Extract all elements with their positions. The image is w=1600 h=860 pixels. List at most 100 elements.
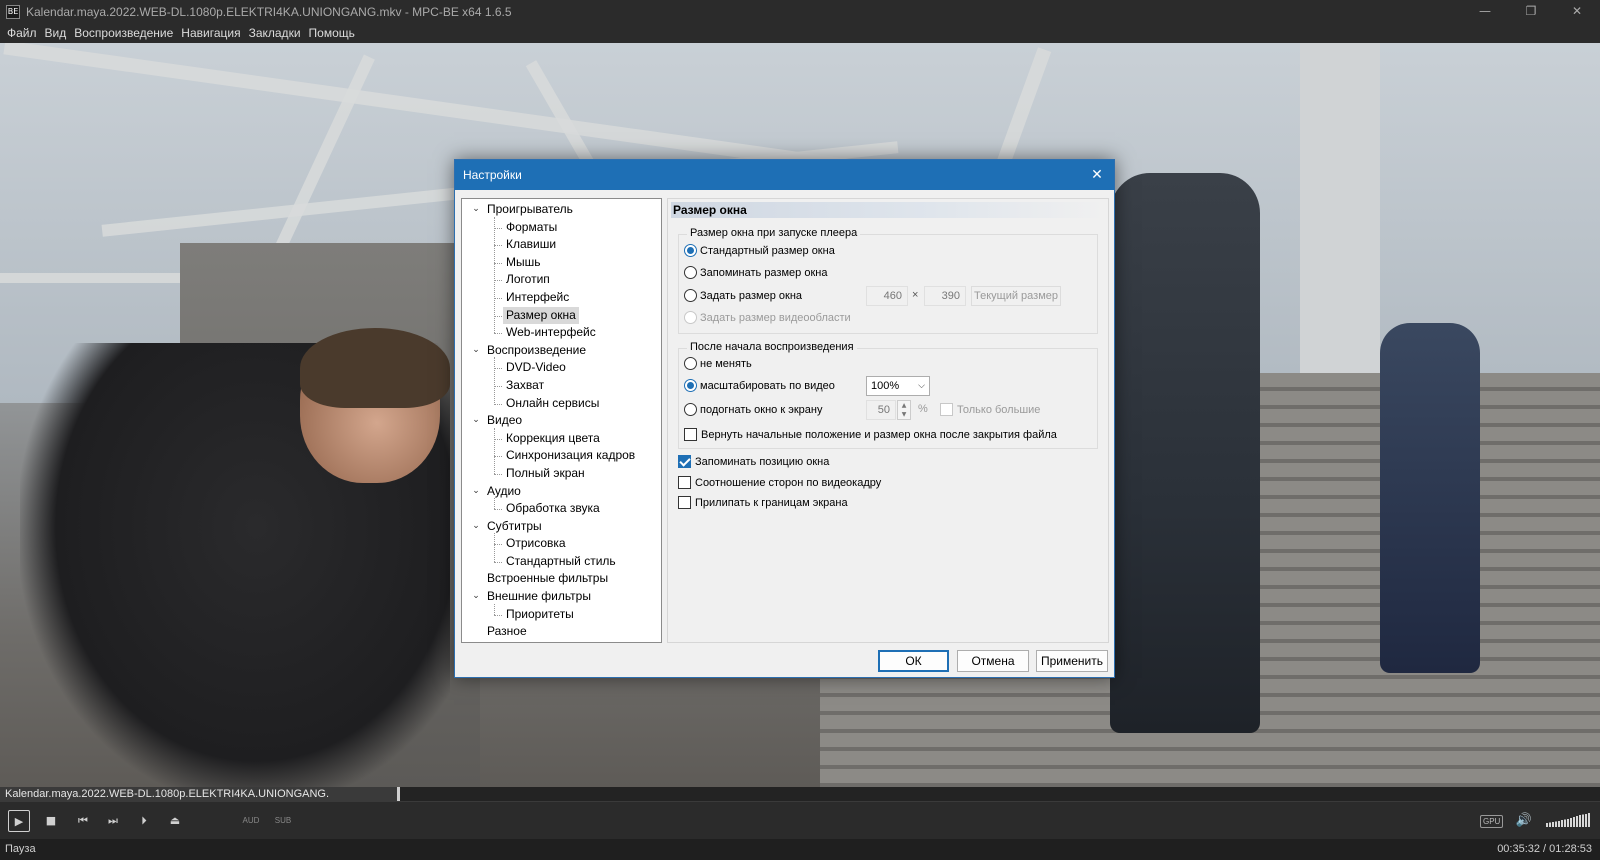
tree-item[interactable]: Интерфейс	[462, 289, 661, 307]
settings-dialog: Настройки ✕ ⌄ Проигрыватель Форматы Клавиши…	[454, 159, 1115, 678]
menu-bar: Файл Вид Воспроизведение Навигация Закла…	[0, 24, 1600, 43]
frame-step-button[interactable]: ⏵	[135, 810, 153, 832]
tree-item[interactable]: Коррекция цвета	[462, 430, 661, 448]
tree-item[interactable]: Клавиши	[462, 236, 661, 254]
tree-item[interactable]: Онлайн сервисы	[462, 395, 661, 413]
stop-button[interactable]: ■	[42, 810, 60, 832]
remember-position-checkbox[interactable]: Запоминать позицию окна	[678, 455, 829, 468]
tree-guide-line	[494, 427, 495, 474]
tree-item[interactable]: ⌄ Аудио	[462, 483, 661, 501]
person-center	[1110, 173, 1260, 733]
previous-button[interactable]: ⏮	[74, 810, 92, 832]
subtitle-track-button[interactable]: SUB	[272, 810, 294, 832]
menu-navigate[interactable]: Навигация	[177, 24, 244, 43]
tree-item[interactable]: Web-интерфейс	[462, 324, 661, 342]
radio-standard-size[interactable]: Стандартный размер окна	[684, 244, 835, 257]
radio-no-change[interactable]: не менять	[684, 357, 752, 370]
tree-item[interactable]: Синхронизация кадров	[462, 447, 661, 465]
tree-item[interactable]: Отрисовка	[462, 535, 661, 553]
tree-item[interactable]: Встроенные фильтры	[462, 570, 661, 588]
dialog-close-icon[interactable]: ✕	[1086, 164, 1108, 186]
tree-item[interactable]: ⌄ Внешние фильтры	[462, 588, 661, 606]
menu-view[interactable]: Вид	[41, 24, 71, 43]
tree-item[interactable]: Приоритеты	[462, 606, 661, 624]
radio-video-area[interactable]: Задать размер видеообласти	[684, 311, 851, 324]
play-button[interactable]: ▶	[8, 810, 30, 832]
aspect-ratio-checkbox[interactable]: Соотношение сторон по видеокадру	[678, 476, 881, 489]
radio-on-icon[interactable]	[684, 379, 697, 392]
chevron-down-icon[interactable]: ⌄	[470, 588, 482, 606]
tree-item-label: Мышь	[506, 254, 541, 269]
audio-track-button[interactable]: AUD	[240, 810, 262, 832]
tree-guide-line	[494, 603, 495, 615]
chevron-down-icon[interactable]: ⌄	[470, 342, 482, 360]
tree-item[interactable]: Полный экран	[462, 465, 661, 483]
tree-item-label: Внешние фильтры	[487, 589, 591, 604]
only-bigger-checkbox[interactable]: Только большие	[940, 403, 1040, 416]
volume-slider[interactable]	[1546, 813, 1590, 827]
chevron-down-icon[interactable]: ⌄	[470, 201, 482, 219]
checkbox-off-icon[interactable]	[684, 428, 697, 441]
radio-scale-video[interactable]: масштабировать по видео	[684, 379, 835, 392]
chevron-down-icon[interactable]: ⌄	[470, 518, 482, 536]
current-size-button[interactable]: Текущий размер	[971, 286, 1061, 306]
minimize-button[interactable]: —	[1462, 0, 1508, 24]
checkbox-off-icon[interactable]	[678, 476, 691, 489]
tree-item[interactable]: Стандартный стиль	[462, 553, 661, 571]
cancel-button[interactable]: Отмена	[957, 650, 1029, 672]
tree-item[interactable]: Захват	[462, 377, 661, 395]
tree-item[interactable]: ⌄ Проигрыватель	[462, 201, 661, 219]
menu-help[interactable]: Помощь	[305, 24, 359, 43]
scale-combo[interactable]: 100% ⌵	[866, 376, 930, 396]
menu-favorites[interactable]: Закладки	[245, 24, 305, 43]
chevron-down-icon[interactable]: ⌄	[470, 412, 482, 430]
radio-off-icon[interactable]	[684, 357, 697, 370]
restore-position-checkbox[interactable]: Вернуть начальные положение и размер окн…	[684, 428, 1057, 441]
dialog-title-bar[interactable]: Настройки	[455, 160, 1114, 190]
radio-disabled-icon[interactable]	[684, 311, 697, 324]
tree-item[interactable]: Размер окна	[462, 306, 661, 325]
spin-updown-icon[interactable]: ▲ ▼	[897, 400, 911, 420]
eject-button[interactable]: ⏏	[166, 810, 184, 832]
tree-item-label: Стандартный стиль	[506, 553, 616, 568]
tree-item[interactable]: Мышь	[462, 254, 661, 272]
radio-fit-screen[interactable]: подогнать окно к экрану	[684, 403, 822, 416]
tree-item[interactable]: Разное	[462, 623, 661, 641]
snap-edges-checkbox[interactable]: Прилипать к границам экрана	[678, 496, 848, 509]
fit-percent-field[interactable]: 50	[866, 400, 896, 420]
volume-icon[interactable]: 🔊	[1514, 810, 1534, 832]
chevron-down-icon[interactable]: ⌄	[470, 483, 482, 501]
tree-item[interactable]: ⌄ Субтитры	[462, 518, 661, 536]
width-field[interactable]: 460	[866, 286, 908, 306]
radio-set-size[interactable]: Задать размер окна	[684, 289, 802, 302]
menu-play[interactable]: Воспроизведение	[70, 24, 177, 43]
panel-header: Размер окна	[671, 202, 1105, 218]
checkbox-off-icon[interactable]	[678, 496, 691, 509]
close-window-button[interactable]: ✕	[1554, 0, 1600, 24]
gpu-badge[interactable]: GPU	[1480, 815, 1504, 828]
radio-remember-size[interactable]: Запоминать размер окна	[684, 266, 827, 279]
radio-off-icon[interactable]	[684, 289, 697, 302]
height-field[interactable]: 390	[924, 286, 966, 306]
tree-item[interactable]: ⌄ Видео	[462, 412, 661, 430]
menu-file[interactable]: Файл	[3, 24, 41, 43]
apply-button[interactable]: Применить	[1036, 650, 1108, 672]
tree-item[interactable]: Форматы	[462, 219, 661, 237]
maximize-button[interactable]: ❐	[1508, 0, 1554, 24]
checkbox-on-icon[interactable]	[678, 455, 691, 468]
seek-bar[interactable]: Kalendar.maya.2022.WEB-DL.1080p.ELEKTRI4…	[0, 787, 1600, 801]
next-button[interactable]: ⏭	[104, 810, 122, 832]
radio-label: Задать размер окна	[700, 289, 803, 302]
checkbox-label: Запоминать позицию окна	[695, 455, 830, 468]
radio-off-icon[interactable]	[684, 266, 697, 279]
tree-item[interactable]: Логотип	[462, 271, 661, 289]
radio-on-icon[interactable]	[684, 244, 697, 257]
settings-tree[interactable]: ⌄ Проигрыватель Форматы Клавиши Мышь Логотип И…	[461, 198, 662, 643]
tree-item[interactable]: ⌄ Воспроизведение	[462, 342, 661, 360]
checkbox-disabled-icon[interactable]	[940, 403, 953, 416]
ok-button[interactable]: ОК	[878, 650, 949, 672]
tree-item[interactable]: Обработка звука	[462, 500, 661, 518]
tree-item[interactable]: DVD-Video	[462, 359, 661, 377]
radio-off-icon[interactable]	[684, 403, 697, 416]
tree-item-label: Синхронизация кадров	[506, 448, 636, 463]
